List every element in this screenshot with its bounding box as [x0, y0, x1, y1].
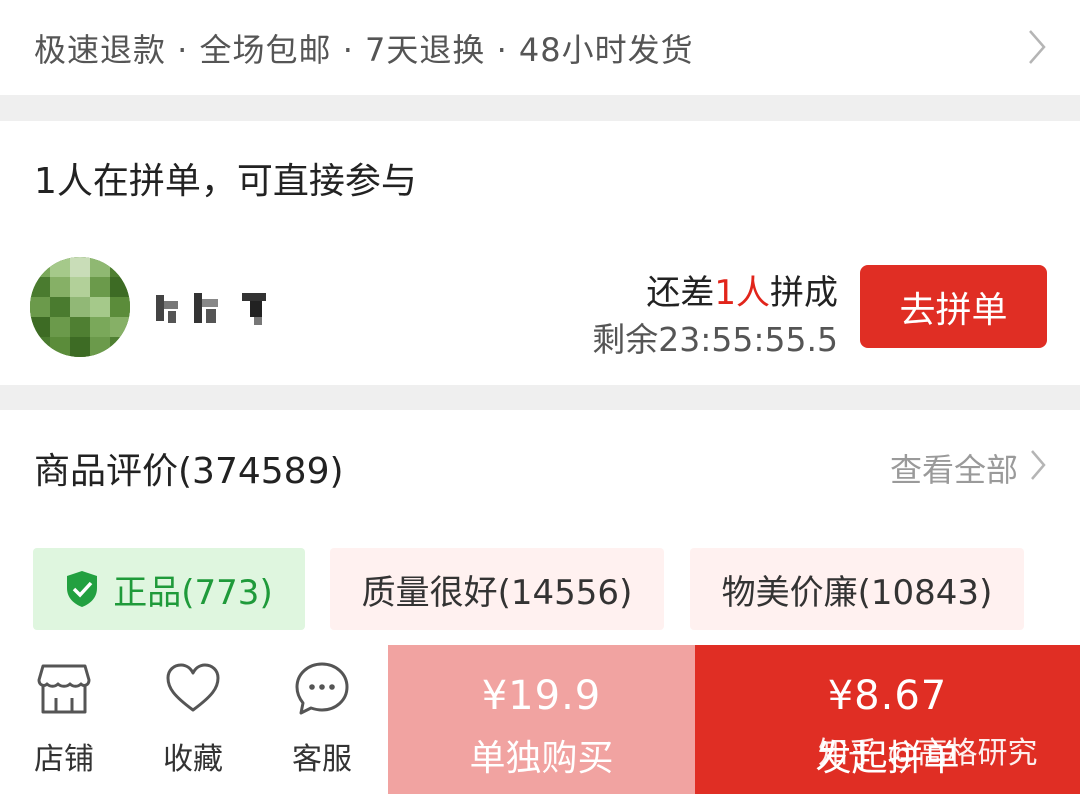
nav-store[interactable]: 店铺	[9, 660, 119, 778]
solo-buy-button[interactable]: ¥19.9 单独购买	[388, 645, 695, 794]
service-guarantee-bar[interactable]: 极速退款 · 全场包邮 · 7天退换 · 48小时发货	[0, 0, 1080, 95]
watermark: 知乎 @高格研究	[818, 736, 1038, 771]
avatar-image	[30, 257, 130, 357]
join-group-button[interactable]: 去拼单	[860, 265, 1047, 348]
group-price: ¥8.67	[827, 673, 948, 719]
review-tag-quality[interactable]: 质量很好(14556)	[330, 548, 664, 630]
view-all-link[interactable]: 查看全部	[890, 445, 1018, 491]
nav-favorite-label: 收藏	[163, 742, 223, 777]
chat-icon	[295, 662, 349, 715]
heart-icon	[166, 663, 220, 712]
review-tag-genuine[interactable]: 正品(773)	[33, 548, 305, 630]
nav-customer-service-label: 客服	[292, 742, 352, 777]
solo-buy-label: 单独购买	[469, 738, 614, 779]
nav-store-label: 店铺	[34, 742, 94, 777]
username-pixelated	[154, 287, 284, 329]
avatar[interactable]	[30, 257, 130, 357]
need-prefix: 还差	[646, 273, 715, 313]
store-icon	[37, 664, 91, 714]
chevron-right-icon	[1029, 30, 1046, 64]
nav-customer-service[interactable]: 客服	[267, 660, 377, 778]
review-tag-label: 质量很好(14556)	[361, 572, 633, 613]
pixelated-name-image	[156, 293, 266, 325]
nav-favorite[interactable]: 收藏	[138, 660, 248, 778]
review-tag-value[interactable]: 物美价廉(10843)	[690, 548, 1024, 630]
group-buy-title: 1人在拼单，可直接参与	[34, 161, 417, 202]
shield-check-icon	[67, 571, 98, 607]
group-need-text: 还差1人拼成	[560, 265, 838, 314]
review-tag-label: 正品(773)	[113, 572, 273, 613]
review-tag-label: 物美价廉(10843)	[721, 572, 993, 613]
solo-price: ¥19.9	[481, 673, 602, 719]
countdown-timer: 剩余23:55:55.5	[592, 320, 838, 359]
review-title: 商品评价(374589)	[34, 451, 344, 492]
need-suffix: 拼成	[770, 273, 838, 313]
chevron-right-icon[interactable]	[1028, 448, 1048, 482]
service-guarantee-text: 极速退款 · 全场包邮 · 7天退换 · 48小时发货	[34, 30, 694, 69]
need-count: 1人	[714, 273, 770, 313]
